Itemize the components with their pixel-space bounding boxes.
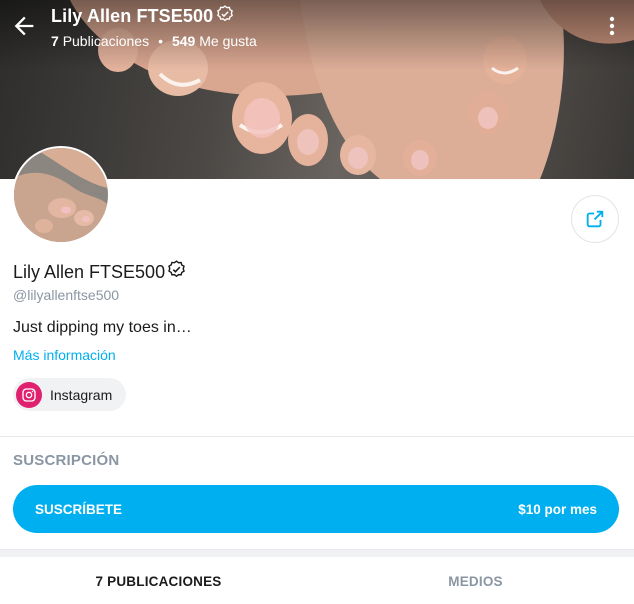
subscribe-button[interactable]: SUSCRÍBETE $10 por mes	[13, 485, 619, 533]
header-stats: 7 Publicaciones • 549 Me gusta	[51, 33, 257, 49]
header-title-row: Lily Allen FTSE500	[51, 5, 257, 28]
back-button[interactable]	[10, 12, 38, 40]
header-title: Lily Allen FTSE500	[51, 6, 214, 26]
section-separator	[0, 549, 634, 557]
subscribe-label: SUSCRÍBETE	[35, 501, 123, 517]
subscribe-price: $10 por mes	[518, 501, 597, 517]
instagram-link[interactable]: Instagram	[13, 378, 127, 411]
posts-label: Publicaciones	[62, 33, 150, 49]
profile-bio: Just dipping my toes in…	[13, 319, 192, 336]
verified-icon	[216, 5, 234, 28]
more-info-link[interactable]: Más información	[13, 347, 116, 363]
avatar[interactable]	[12, 146, 110, 244]
subscription-section-title: SUSCRIPCIÓN	[13, 452, 120, 469]
more-options-button[interactable]	[602, 14, 622, 38]
verified-icon	[167, 260, 186, 284]
avatar-image	[14, 148, 108, 242]
share-icon	[586, 210, 604, 228]
instagram-icon	[16, 381, 42, 408]
more-vertical-icon	[609, 16, 615, 36]
instagram-label: Instagram	[50, 386, 113, 403]
tab-posts[interactable]: 7 PUBLICACIONES	[0, 557, 317, 604]
profile-name: Lily Allen FTSE500	[13, 261, 166, 282]
divider	[0, 436, 634, 437]
posts-count: 7	[51, 33, 59, 49]
profile-tabs: 7 PUBLICACIONES MEDIOS	[0, 557, 634, 604]
profile-handle: @lilyallenftse500	[13, 287, 120, 303]
share-button[interactable]	[571, 195, 619, 243]
tab-media[interactable]: MEDIOS	[317, 557, 634, 604]
header: Lily Allen FTSE500 7 Publicaciones • 549…	[51, 5, 257, 49]
profile-name-row: Lily Allen FTSE500	[13, 260, 186, 284]
back-arrow-icon	[14, 16, 34, 36]
stats-separator: •	[158, 33, 163, 49]
likes-label: Me gusta	[199, 33, 257, 49]
likes-count: 549	[171, 33, 196, 49]
